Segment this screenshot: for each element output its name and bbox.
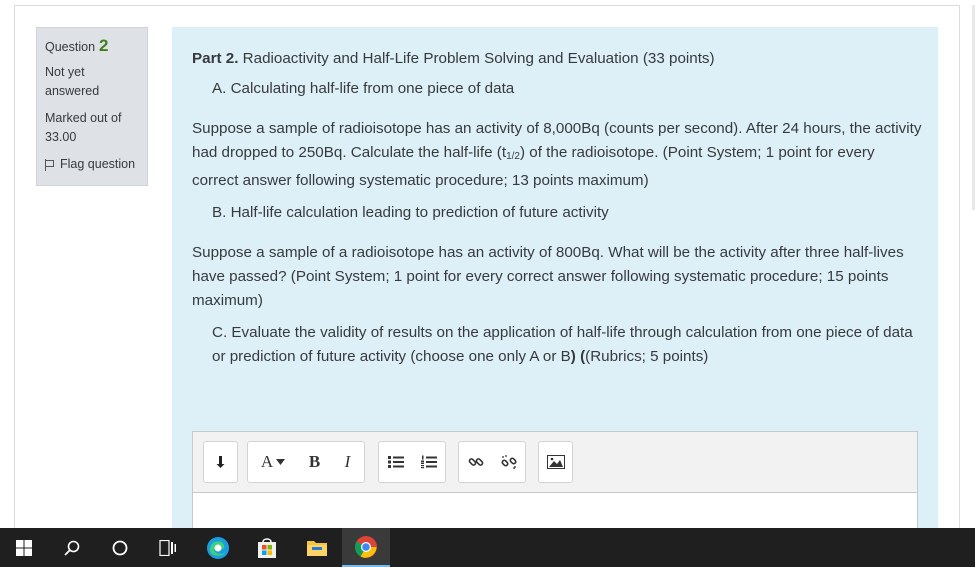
- part-title: Part 2. Radioactivity and Half-Life Prob…: [192, 47, 922, 71]
- task-view-button[interactable]: [144, 528, 192, 567]
- file-explorer-button[interactable]: [293, 528, 341, 567]
- image-icon: [546, 455, 565, 469]
- flag-question-label: Flag question: [60, 157, 136, 171]
- item-a: A. Calculating half-life from one piece …: [212, 80, 515, 97]
- search-icon: [64, 540, 80, 556]
- toolbar-group-format: A B I: [247, 441, 365, 483]
- edge-icon: [207, 536, 229, 559]
- question-state: Not yet answered: [45, 65, 100, 98]
- half-life-subscript: 1/2: [506, 151, 520, 162]
- item-c-text-2: (Rubrics; 5 points): [585, 348, 709, 365]
- search-button[interactable]: [48, 528, 96, 567]
- store-button[interactable]: [243, 528, 291, 567]
- part-title-text: Radioactivity and Half-Life Problem Solv…: [242, 50, 715, 67]
- edge-button[interactable]: [194, 528, 242, 567]
- question-info-panel: Question 2 Not yet answered Marked out o…: [36, 27, 148, 186]
- question-grade: Marked out of 33.00: [45, 111, 122, 144]
- italic-button[interactable]: I: [331, 442, 364, 482]
- toolbar-toggle-button[interactable]: [204, 442, 237, 482]
- editor-toolbar: A B I: [193, 432, 917, 493]
- item-c: C. Evaluate the validity of results on t…: [192, 321, 922, 369]
- link-button[interactable]: [459, 442, 492, 482]
- cortana-icon: [112, 540, 128, 555]
- item-b: B. Half-life calculation leading to pred…: [212, 204, 609, 221]
- bold-label: B: [308, 452, 321, 471]
- chrome-button[interactable]: [342, 528, 390, 567]
- item-c-bold: ) (: [570, 348, 586, 365]
- chevron-down-icon: [276, 459, 286, 465]
- font-color-button[interactable]: A: [248, 442, 298, 482]
- toolbar-group-links: [458, 441, 526, 483]
- italic-label: I: [344, 452, 351, 471]
- windows-start-icon: [16, 539, 32, 556]
- question-number: Question 2: [45, 36, 139, 57]
- part-label: Part 2.: [192, 50, 239, 67]
- answer-editor: A B I: [192, 431, 918, 541]
- unlink-button[interactable]: [492, 442, 525, 482]
- start-button[interactable]: [0, 528, 48, 567]
- bold-button[interactable]: B: [298, 442, 331, 482]
- page: Question 2 Not yet answered Marked out o…: [0, 0, 975, 567]
- ordered-list-icon: [420, 455, 437, 469]
- unordered-list-button[interactable]: [379, 442, 412, 482]
- question-content: Part 2. Radioactivity and Half-Life Prob…: [172, 27, 938, 541]
- toolbar-group-media: [538, 441, 573, 483]
- ordered-list-button[interactable]: [412, 442, 445, 482]
- task-view-icon: [159, 539, 176, 556]
- flag-icon: [45, 158, 54, 171]
- store-icon: [258, 537, 276, 558]
- question-number-value: 2: [99, 36, 109, 55]
- file-explorer-icon: [307, 540, 327, 556]
- toolbar-group-lists: [378, 441, 446, 483]
- chrome-icon: [355, 535, 377, 558]
- paragraph-b: Suppose a sample of a radioisotope has a…: [192, 244, 904, 309]
- question-label: Question: [45, 40, 96, 54]
- arrow-down-icon: [216, 456, 224, 468]
- image-button[interactable]: [539, 442, 572, 482]
- toolbar-group-toggle: [203, 441, 238, 483]
- cortana-button[interactable]: [96, 528, 144, 567]
- flag-question-link[interactable]: Flag question: [45, 155, 139, 174]
- unordered-list-icon: [387, 456, 404, 468]
- unlink-icon: [500, 455, 517, 469]
- item-c-text-1: C. Evaluate the validity of results on t…: [212, 324, 913, 365]
- windows-taskbar: [0, 528, 975, 567]
- question-text: Part 2. Radioactivity and Half-Life Prob…: [192, 45, 922, 369]
- link-icon: [468, 458, 483, 466]
- paragraph-a: Suppose a sample of radioisotope has an …: [192, 117, 922, 193]
- font-color-label: A: [260, 452, 274, 471]
